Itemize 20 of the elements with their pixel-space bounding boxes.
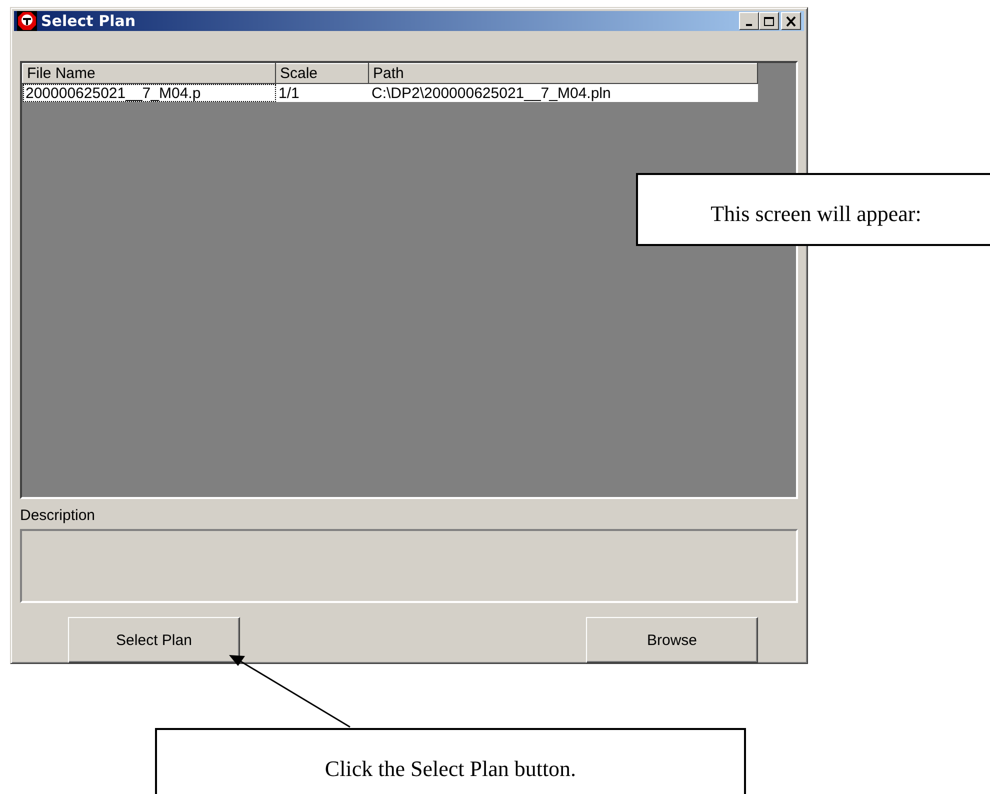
description-field[interactable]: [20, 529, 798, 603]
column-header[interactable]: Scale: [276, 64, 368, 84]
close-button[interactable]: [781, 12, 801, 30]
description-label: Description: [20, 507, 96, 524]
table-cell[interactable]: C:\DP2\200000625021__7_M04.pln: [368, 84, 758, 102]
minimize-button[interactable]: [739, 12, 759, 30]
callout-text: This screen will appear:: [636, 173, 990, 246]
app-icon: [17, 11, 37, 31]
column-header[interactable]: File Name: [22, 64, 276, 84]
maximize-icon: [763, 16, 775, 26]
callout-text: Click the Select Plan button.: [155, 728, 746, 794]
select-plan-button[interactable]: Select Plan: [68, 617, 240, 663]
table-cell[interactable]: 200000625021__7_M04.p: [22, 84, 276, 102]
column-header[interactable]: Path: [368, 64, 758, 84]
browse-button[interactable]: Browse: [586, 617, 758, 663]
close-icon: [785, 16, 797, 26]
table-cell[interactable]: 1/1: [276, 84, 368, 102]
maximize-button[interactable]: [759, 12, 779, 30]
minimize-icon: [746, 24, 752, 26]
window-title: Select Plan: [41, 12, 137, 30]
